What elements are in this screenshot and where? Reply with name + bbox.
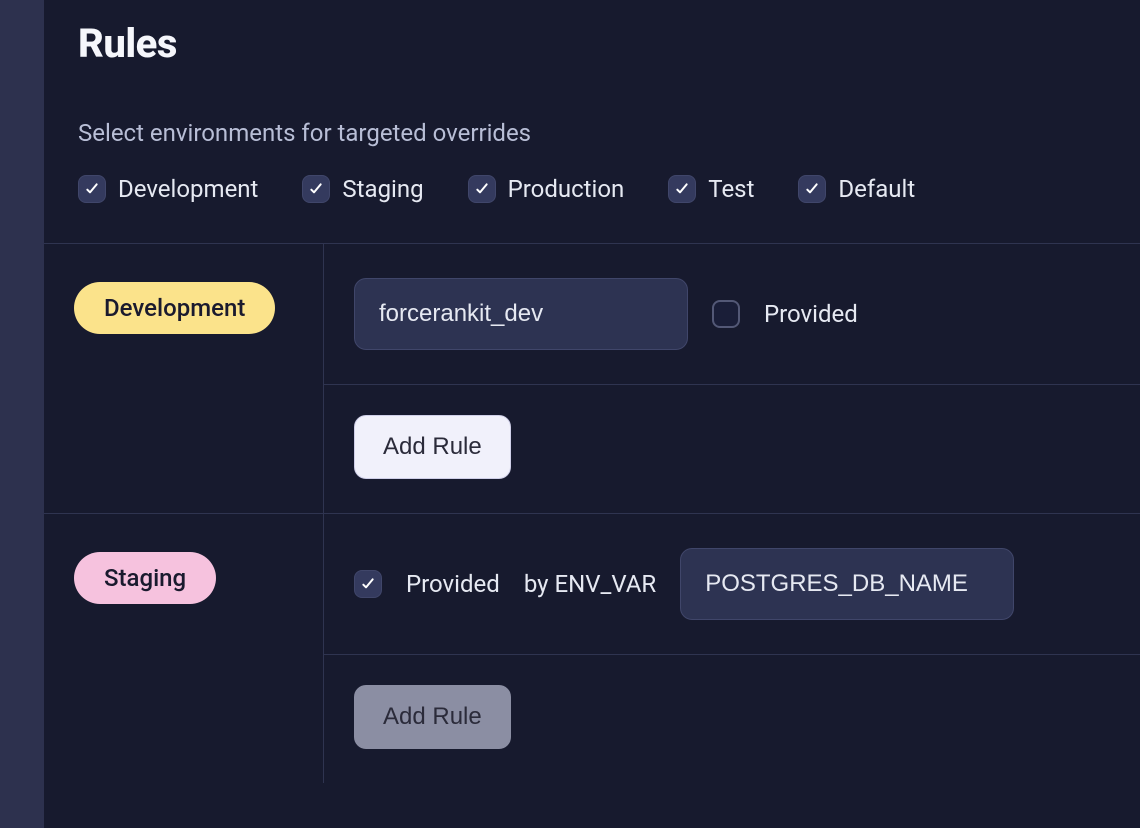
env-pill-development: Development	[74, 282, 275, 334]
staging-add-rule-button[interactable]: Add Rule	[354, 685, 511, 749]
env-checkbox-default[interactable]: Default	[798, 175, 915, 203]
env-pill-staging: Staging	[74, 552, 216, 604]
page: Rules Select environments for targeted o…	[44, 0, 1140, 828]
checkbox-icon	[468, 175, 496, 203]
staging-provided-label: Provided	[406, 570, 500, 598]
rule-row-right: Provided Add Rule	[324, 244, 1140, 513]
env-checkbox-row: Development Staging Production Test	[78, 175, 1106, 203]
env-checkbox-label: Default	[838, 175, 915, 203]
rule-row-right: Provided by ENV_VAR Add Rule	[324, 514, 1140, 783]
env-checkbox-production[interactable]: Production	[468, 175, 625, 203]
staging-provided-checkbox[interactable]	[354, 570, 382, 598]
checkbox-icon	[798, 175, 826, 203]
development-add-rule-button[interactable]: Add Rule	[354, 415, 511, 479]
development-provided-label: Provided	[764, 300, 858, 328]
select-environments-label: Select environments for targeted overrid…	[78, 119, 1106, 147]
env-checkbox-test[interactable]: Test	[668, 175, 754, 203]
staging-envvar-input[interactable]	[680, 548, 1014, 620]
rule-value-cell: Provided	[324, 244, 1140, 385]
checkbox-icon	[302, 175, 330, 203]
env-checkbox-label: Staging	[342, 175, 423, 203]
rules-title: Rules	[78, 20, 1106, 67]
development-provided-checkbox[interactable]	[712, 300, 740, 328]
env-checkbox-label: Test	[708, 175, 754, 203]
rule-row-left: Staging	[44, 514, 324, 783]
env-checkbox-development[interactable]: Development	[78, 175, 258, 203]
env-checkbox-label: Development	[118, 175, 258, 203]
env-checkbox-label: Production	[508, 175, 625, 203]
rule-value-cell: Provided by ENV_VAR	[324, 514, 1140, 655]
rules-header: Rules Select environments for targeted o…	[44, 0, 1140, 244]
add-rule-cell: Add Rule	[324, 655, 1140, 783]
checkbox-icon	[78, 175, 106, 203]
add-rule-cell: Add Rule	[324, 385, 1140, 513]
rule-row-left: Development	[44, 244, 324, 513]
rule-row-development: Development Provided Add Rule	[44, 244, 1140, 514]
sidebar-stripe	[0, 0, 44, 828]
env-checkbox-staging[interactable]: Staging	[302, 175, 423, 203]
rule-row-staging: Staging Provided by ENV_VAR Add Rule	[44, 514, 1140, 783]
checkbox-icon	[668, 175, 696, 203]
development-value-input[interactable]	[354, 278, 688, 350]
staging-by-label: by ENV_VAR	[524, 570, 656, 598]
